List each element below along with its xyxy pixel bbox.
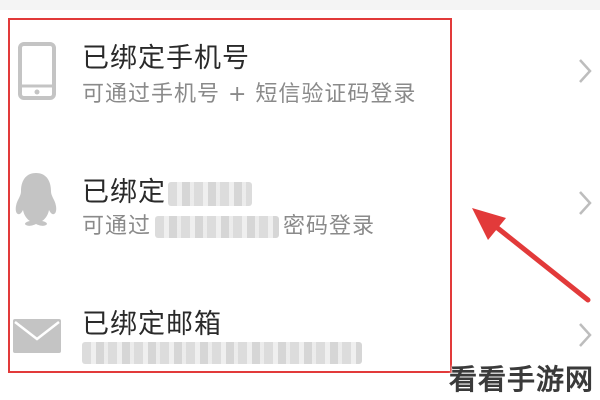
email-binding-title: 已绑定邮箱 (82, 309, 222, 340)
qq-binding-subtitle: 可通过 密码登录 (82, 208, 375, 240)
qq-penguin-icon (15, 173, 57, 226)
redacted-email-address (82, 342, 362, 364)
phone-binding-subtitle: 可通过手机号 + 短信验证码登录 (82, 82, 417, 107)
top-strip (0, 0, 600, 10)
chevron-right-icon (579, 59, 592, 83)
mail-icon (13, 319, 61, 353)
qq-binding-title: 已绑定 (82, 170, 252, 209)
redacted-account-id (155, 216, 280, 238)
qq-binding-subtitle-prefix: 可通过 (82, 214, 152, 239)
qq-binding-title-prefix: 已绑定 (82, 177, 166, 208)
email-binding-row[interactable]: 已绑定邮箱 (0, 268, 600, 400)
account-binding-screen: 已绑定手机号 可通过手机号 + 短信验证码登录 已绑定 可通过 密码登录 已绑定邮… (0, 0, 600, 400)
qq-binding-row[interactable]: 已绑定 可通过 密码登录 (0, 134, 600, 268)
phone-binding-row[interactable]: 已绑定手机号 可通过手机号 + 短信验证码登录 (0, 10, 600, 134)
phone-binding-title: 已绑定手机号 (82, 43, 250, 74)
qq-binding-subtitle-suffix: 密码登录 (283, 214, 376, 239)
phone-icon (18, 42, 56, 100)
chevron-right-icon (579, 191, 592, 215)
redacted-account-name (168, 181, 252, 206)
chevron-right-icon (579, 323, 592, 347)
